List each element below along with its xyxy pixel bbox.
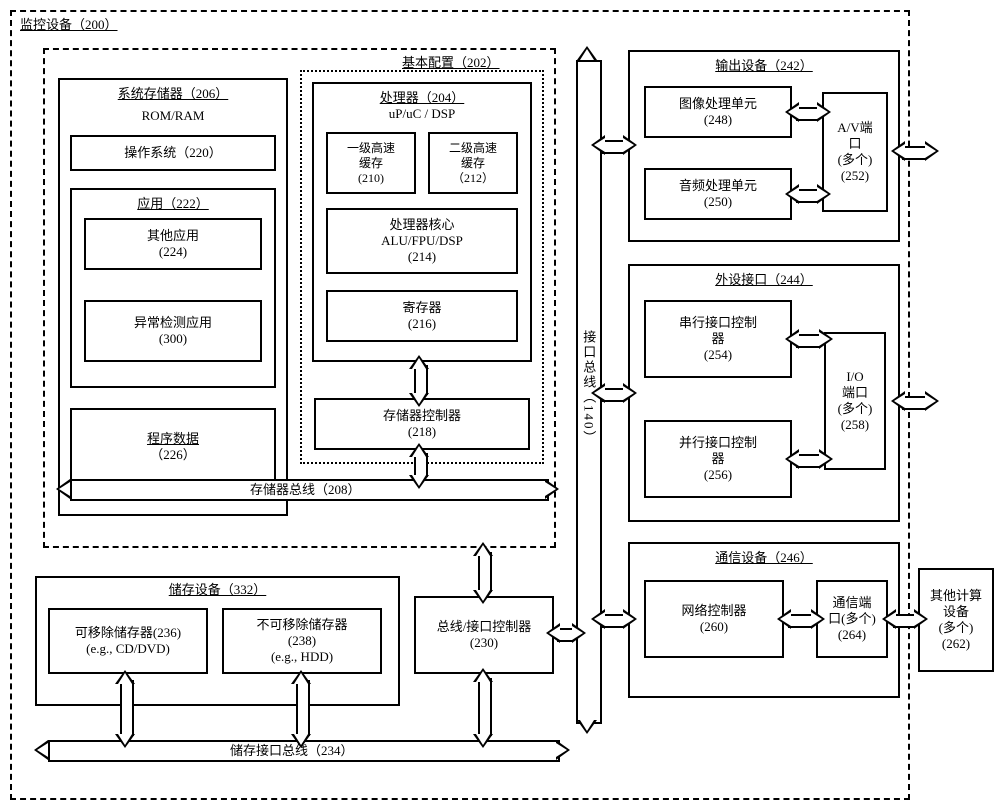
comm-port-box: 通信端 口(多个) (264) (816, 580, 888, 658)
os-box: 操作系统（220） (70, 135, 276, 171)
processor-title: 处理器（204） (380, 90, 465, 106)
romram-label: ROM/RAM (142, 108, 205, 124)
gpu-box: 图像处理单元 (248) (644, 86, 792, 138)
other-apps-box: 其他应用 (224) (84, 218, 262, 270)
network-controller-box: 网络控制器 (260) (644, 580, 784, 658)
output-device-title: 输出设备（242） (715, 58, 813, 74)
other-computing-box: 其他计算 设备 (多个) (262) (918, 568, 994, 672)
diagram-root: 监控设备（200） 基本配置（202） 系统存储器（206） ROM/RAM 操… (0, 0, 1000, 808)
parallel-controller-box: 并行接口控制 器 (256) (644, 420, 792, 498)
anomaly-app-box: 异常检测应用 (300) (84, 300, 262, 362)
av-port-box: A/V端 口 (多个) (252) (822, 92, 888, 212)
apu-box: 音频处理单元 (250) (644, 168, 792, 220)
io-port-box: I/O 端口 (多个) (258) (824, 332, 886, 470)
monitoring-device-title: 监控设备（200） (18, 14, 120, 33)
l2-cache-box: 二级高速 缓存 （212） (428, 132, 518, 194)
memory-bus-label: 存储器总线（208） (250, 482, 361, 498)
arrow-proc-to-memctl (414, 365, 428, 395)
register-box: 寄存器 (216) (326, 290, 518, 342)
comm-device-title: 通信设备（246） (715, 550, 813, 566)
removable-storage-box: 可移除储存器(236) (e.g., CD/DVD) (48, 608, 208, 674)
basic-config-title: 基本配置（202） (400, 52, 502, 71)
system-memory-title: 系统存储器（206） (118, 86, 229, 102)
processor-subtitle: uP/uC / DSP (389, 106, 455, 122)
serial-controller-box: 串行接口控制 器 (254) (644, 300, 792, 378)
os-label: 操作系统（220） (124, 145, 222, 161)
nonremovable-storage-box: 不可移除储存器 (238) (e.g., HDD) (222, 608, 382, 674)
l1-cache-box: 一级高速 缓存 (210) (326, 132, 416, 194)
processor-core-box: 处理器核心 ALU/FPU/DSP (214) (326, 208, 518, 274)
storage-title: 储存设备（332） (169, 582, 267, 598)
bus-interface-controller-box: 总线/接口控制器 (230) (414, 596, 554, 674)
program-data-box: 程序数据 （226） (70, 408, 276, 486)
apps-title: 应用（222） (137, 196, 209, 212)
peripheral-title: 外设接口（244） (715, 272, 813, 288)
